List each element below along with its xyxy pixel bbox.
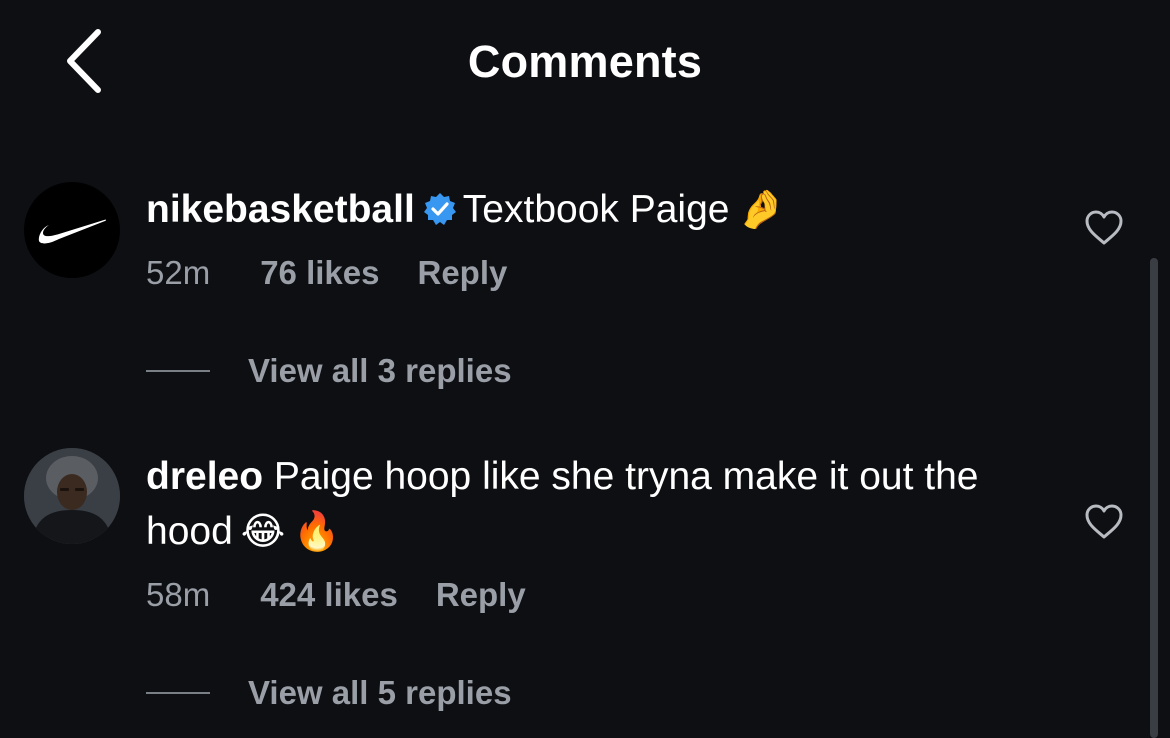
- nike-swoosh-logo-icon: [38, 219, 107, 244]
- laughing-emoji: 😂: [240, 509, 286, 553]
- comment-username[interactable]: dreleo: [146, 455, 263, 498]
- comment-likes[interactable]: 76 likes: [260, 254, 379, 292]
- user-photo-icon: [24, 448, 120, 544]
- heart-outline-icon: [1085, 504, 1123, 539]
- view-replies-label: View all 3 replies: [248, 352, 512, 389]
- pinched-fingers-emoji: 🤌: [737, 187, 785, 231]
- page-title: Comments: [467, 36, 703, 87]
- comment-username[interactable]: nikebasketball: [146, 188, 415, 231]
- comment-text: Textbook Paige: [462, 188, 730, 231]
- verified-badge-icon: [423, 187, 457, 241]
- replies-divider: [146, 370, 210, 372]
- comment-meta: 58m 424 likes Reply: [146, 576, 526, 614]
- heart-outline-icon: [1085, 210, 1123, 245]
- comment-body: nikebasketball Textbook Paige 🤌: [146, 182, 1016, 241]
- comment-time: 58m: [146, 576, 211, 613]
- reply-button[interactable]: Reply: [417, 254, 507, 292]
- view-replies-button[interactable]: View all 3 replies: [146, 352, 512, 390]
- scrollbar[interactable]: [1150, 258, 1158, 738]
- comment-meta: 52m 76 likes Reply: [146, 254, 507, 292]
- header-bar: Comments: [0, 0, 1170, 120]
- comment-body: dreleo Paige hoop like she tryna make it…: [146, 450, 1016, 559]
- view-replies-button[interactable]: View all 5 replies: [146, 674, 512, 712]
- avatar[interactable]: [24, 448, 120, 544]
- view-replies-label: View all 5 replies: [248, 674, 512, 711]
- fire-emoji: 🔥: [293, 509, 341, 553]
- reply-button[interactable]: Reply: [436, 576, 526, 614]
- like-button[interactable]: [1084, 504, 1124, 540]
- avatar[interactable]: [24, 182, 120, 278]
- like-button[interactable]: [1084, 210, 1124, 246]
- comment-time: 52m: [146, 254, 211, 291]
- comment-likes[interactable]: 424 likes: [260, 576, 398, 614]
- replies-divider: [146, 692, 210, 694]
